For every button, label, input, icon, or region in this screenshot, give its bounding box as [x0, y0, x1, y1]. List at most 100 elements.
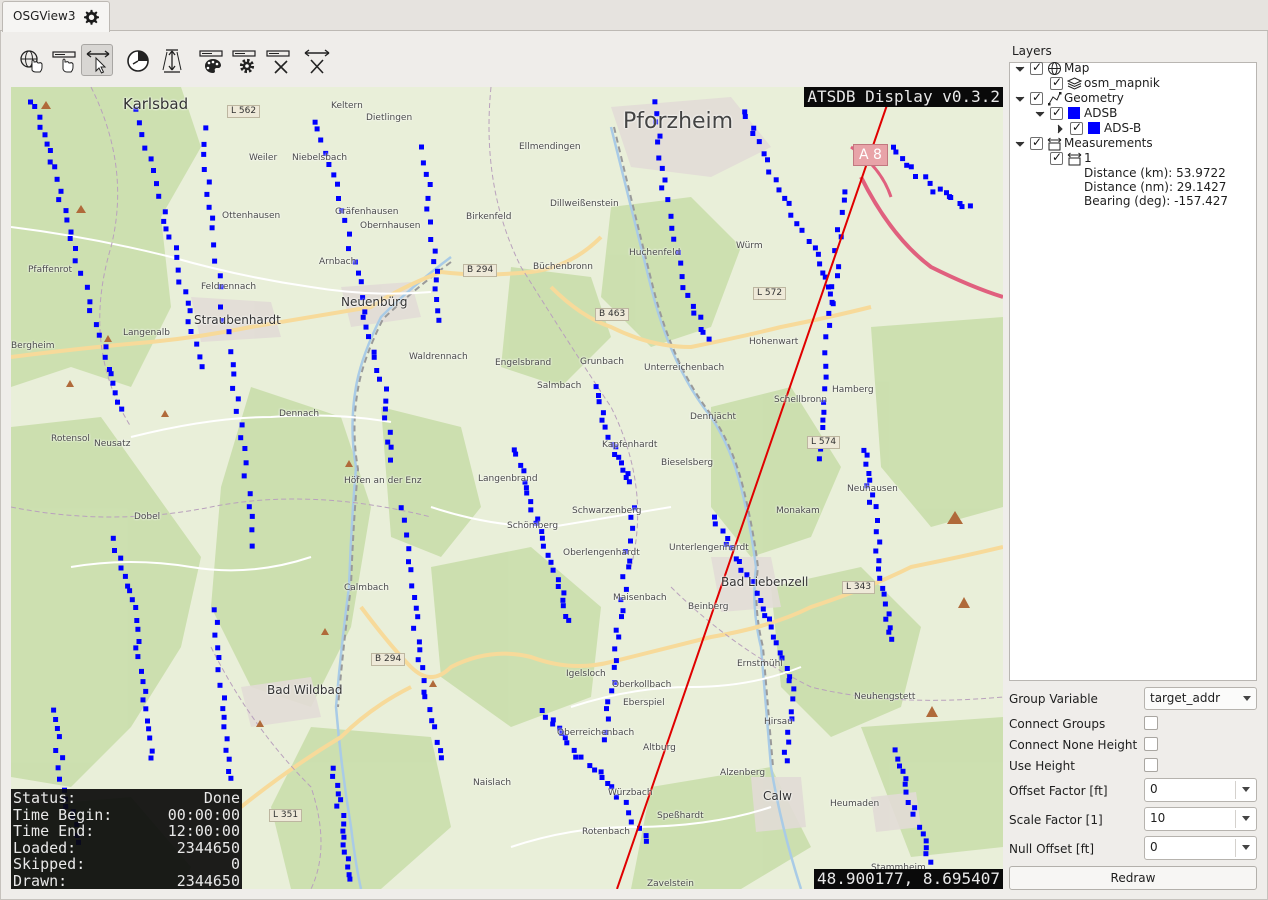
map-label-town: Straubenhardt [194, 313, 281, 327]
layer-osm-checkbox[interactable] [1050, 75, 1063, 90]
adsb-track-point [366, 334, 371, 340]
adsb-track-point [404, 532, 410, 538]
adsb-track-point [318, 137, 324, 143]
map-label-village: Ellmendingen [519, 142, 581, 152]
adsb-track-point [756, 139, 762, 145]
adsb-track-point [139, 132, 145, 138]
adsb-track-point [222, 695, 227, 701]
layer-adsb-b-checkbox[interactable] [1070, 120, 1083, 135]
adsb-track-point [539, 708, 545, 713]
layer-geometry-checkbox[interactable] [1030, 90, 1043, 105]
label-settings-button[interactable] [228, 44, 260, 76]
adsb-track-point [230, 362, 236, 368]
connect-none-height-label: Connect None Height [1009, 738, 1138, 752]
tab-osgview3[interactable]: OSGView3 [2, 1, 110, 32]
adsb-track-point [829, 284, 835, 290]
adsb-track-point [228, 349, 234, 355]
redraw-button[interactable]: Redraw [1009, 866, 1257, 890]
adsb-track-point [736, 559, 742, 564]
adsb-track-point [571, 747, 577, 753]
adsb-track-point [822, 350, 828, 356]
group-variable-select[interactable]: target_addr [1144, 687, 1257, 710]
layer-adsb-checkbox[interactable] [1050, 105, 1063, 120]
adsb-track-point [560, 597, 566, 603]
label-color-icon [199, 50, 223, 73]
use-height-checkbox[interactable] [1144, 758, 1158, 772]
adsb-track-point [605, 699, 611, 705]
coordinate-readout: 48.900177, 8.695407 [813, 869, 1003, 889]
status-row-time-end: Time End: 12:00:00 [13, 823, 240, 840]
chevron-down-icon[interactable] [1242, 845, 1250, 850]
adsb-track-point [725, 536, 731, 541]
map-label-village: Feldrennach [201, 282, 257, 292]
layer-measurements-checkbox[interactable] [1030, 135, 1043, 150]
adsb-track-point [226, 769, 232, 774]
adsb-track-point [221, 724, 227, 730]
label-clear-button[interactable] [262, 44, 294, 76]
adsb-track-point [406, 559, 411, 565]
adsb-track-point [413, 605, 419, 611]
adsb-track-point [930, 189, 936, 195]
adsb-track-point [387, 429, 393, 435]
adsb-track-point [620, 608, 626, 614]
offset-factor-value: 0 [1150, 782, 1158, 796]
chevron-down-icon[interactable] [1015, 94, 1025, 104]
adsb-track-point [897, 763, 902, 769]
map-label-village: Neuhausen [847, 484, 898, 494]
adsb-track-point [863, 461, 869, 467]
height-measure-button[interactable] [155, 44, 187, 76]
adsb-track-point [785, 729, 791, 735]
adsb-track-point [662, 177, 668, 183]
scale-factor-value: 10 [1150, 811, 1166, 825]
group-variable-value: target_addr [1150, 691, 1221, 705]
adsb-track-point [347, 231, 352, 237]
map-label-town: Neuenbürg [341, 295, 408, 309]
adsb-track-point [217, 273, 223, 279]
measure-select-button[interactable] [81, 44, 113, 76]
chevron-down-icon[interactable] [1035, 109, 1045, 119]
label-pointer-button[interactable] [48, 44, 80, 76]
adsb-track-point [223, 747, 229, 753]
chevron-down-icon[interactable] [1015, 139, 1025, 149]
clock-button[interactable] [121, 44, 153, 76]
adsb-track-point [886, 629, 892, 635]
adsb-track-point [817, 261, 823, 267]
adsb-track-point [412, 595, 418, 600]
adsb-track-point [720, 528, 726, 534]
adsb-track-point [140, 697, 146, 703]
layer-map-label: Map [1064, 61, 1090, 75]
clear-measure-button[interactable] [300, 44, 332, 76]
map-view[interactable]: Pforzheim Karlsbad Keltern Neuenbürg Str… [11, 87, 1003, 889]
null-offset-input[interactable]: 0 [1144, 836, 1257, 860]
adsb-track-point [788, 212, 794, 218]
adsb-track-point [154, 181, 159, 187]
chevron-down-icon[interactable] [1015, 64, 1025, 74]
chevron-down-icon[interactable] [1242, 816, 1250, 821]
adsb-track-point [628, 538, 633, 544]
adsb-track-point [230, 385, 236, 391]
map-label-village: Naislach [473, 778, 512, 788]
adsb-track-point [671, 236, 677, 242]
globe-navigate-button[interactable] [14, 44, 46, 76]
chevron-down-icon [1243, 696, 1251, 701]
adsb-track-point [928, 859, 934, 865]
chevron-down-icon[interactable] [1242, 787, 1250, 792]
map-label-village: Dobel [134, 512, 161, 522]
label-color-button[interactable] [195, 44, 227, 76]
scale-factor-input[interactable]: 10 [1144, 807, 1257, 831]
adsb-track-point [866, 471, 872, 476]
gear-icon[interactable] [83, 9, 100, 26]
adsb-track-point [110, 380, 116, 386]
connect-groups-checkbox[interactable] [1144, 716, 1158, 730]
adsb-track-point [628, 819, 634, 825]
color-swatch-icon [1068, 107, 1080, 119]
layer-map-checkbox[interactable] [1030, 60, 1043, 75]
offset-factor-input[interactable]: 0 [1144, 778, 1257, 802]
adsb-track-point [550, 567, 556, 573]
layers-tree[interactable] [1009, 62, 1257, 681]
chevron-right-icon[interactable] [1055, 124, 1065, 134]
connect-none-height-checkbox[interactable] [1144, 737, 1158, 751]
distance-nm: Distance (nm): 29.1427 [1084, 180, 1227, 194]
measurement-1-checkbox[interactable] [1050, 150, 1063, 165]
adsb-track-point [611, 664, 617, 670]
